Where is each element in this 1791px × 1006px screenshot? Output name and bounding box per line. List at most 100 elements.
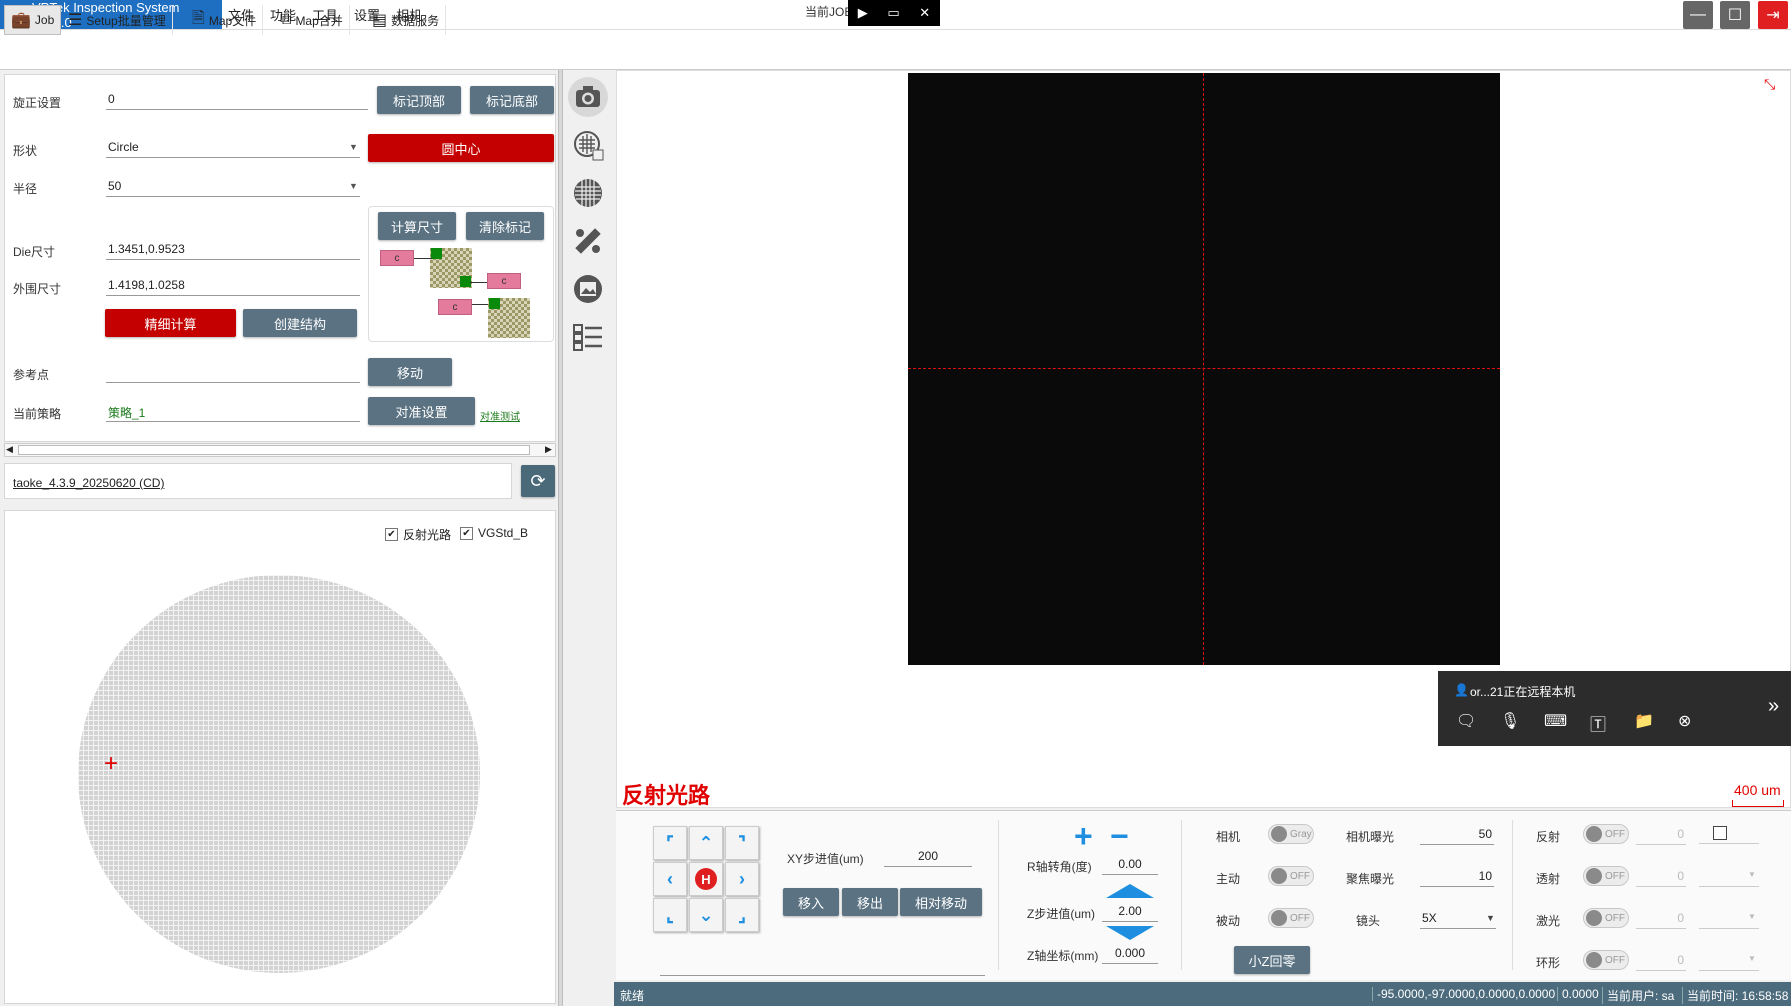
wafer-map[interactable]: [78, 575, 480, 973]
rotation-input[interactable]: 0: [106, 88, 368, 110]
disconnect-icon[interactable]: ⊗: [1678, 711, 1691, 731]
outer-size-label: 外围尺寸: [13, 282, 62, 296]
z-down-arrow-icon[interactable]: [1106, 926, 1154, 940]
microphone-icon[interactable]: 🎙: [1500, 711, 1520, 731]
toolbar-map-file[interactable]: 🗎 Map文件: [186, 5, 264, 35]
move-in-button[interactable]: 移入: [783, 888, 839, 916]
die-size-input[interactable]: 1.3451,0.9523: [106, 238, 360, 260]
close-remote-icon[interactable]: ✕: [919, 5, 930, 21]
ring-light-toggle[interactable]: OFF: [1583, 950, 1629, 970]
minimize-button[interactable]: —: [1683, 1, 1713, 29]
laser-light-value[interactable]: 0: [1636, 907, 1686, 929]
wafer-list-icon[interactable]: [568, 125, 608, 165]
calc-size-button[interactable]: 计算尺寸: [378, 212, 456, 240]
toggle-text: OFF: [1605, 954, 1625, 966]
scroll-left-icon[interactable]: ◀: [6, 444, 13, 455]
file-transfer-icon[interactable]: 📁: [1634, 711, 1654, 731]
chat-icon[interactable]: 🗨: [1456, 711, 1476, 731]
jog-up-button[interactable]: ⌃: [689, 826, 723, 860]
fine-calc-button[interactable]: 精细计算: [105, 309, 236, 337]
create-structure-button[interactable]: 创建结构: [243, 309, 357, 337]
align-setup-button[interactable]: 对准设置: [368, 397, 475, 425]
reflect-light-value[interactable]: 0: [1636, 823, 1686, 845]
mark-top-button[interactable]: 标记顶部: [377, 86, 461, 114]
transmit-light-value[interactable]: 0: [1636, 865, 1686, 887]
image-frame-icon[interactable]: [568, 269, 608, 309]
toolbar-map-merge[interactable]: ⧉ Map合并: [274, 5, 350, 35]
toggle-knob: [1586, 868, 1602, 884]
camera-toggle[interactable]: Gray: [1268, 824, 1314, 844]
text-icon[interactable]: 🅃: [1590, 711, 1606, 735]
camera-icon[interactable]: [568, 77, 608, 117]
exposure-input[interactable]: 50: [1420, 823, 1494, 845]
jog-right-button[interactable]: ›: [725, 862, 759, 896]
small-z-zero-button[interactable]: 小Z回零: [1234, 946, 1310, 974]
jog-down-right-button[interactable]: ⌟: [725, 898, 759, 932]
merge-icon: ⧉: [280, 11, 292, 28]
panel-splitter[interactable]: [558, 70, 563, 1006]
toolbar-data-service[interactable]: ▤ 数据服务: [366, 5, 447, 35]
r-minus-icon[interactable]: −: [1110, 818, 1129, 855]
play-icon[interactable]: ▶: [858, 5, 868, 21]
shape-select[interactable]: Circle: [106, 136, 360, 158]
vgstd-checkbox[interactable]: ✔ VGStd_B: [460, 526, 528, 540]
toolbar-setup[interactable]: ☰ Setup批量管理: [62, 5, 173, 35]
measure-tools-icon[interactable]: [568, 221, 608, 261]
camera-live-image[interactable]: [908, 73, 1500, 665]
laser-select[interactable]: [1699, 928, 1759, 929]
focus-exposure-input[interactable]: 10: [1420, 865, 1494, 887]
toolbar-job[interactable]: 💼 Job: [4, 5, 62, 35]
z-up-arrow-icon[interactable]: [1106, 884, 1154, 898]
passive-toggle[interactable]: OFF: [1268, 908, 1314, 928]
relative-move-button[interactable]: 相对移动: [900, 888, 982, 916]
jog-up-left-button[interactable]: ⌜: [653, 826, 687, 860]
toolbar-setup-label: Setup批量管理: [86, 13, 166, 28]
clear-mark-button[interactable]: 清除标记: [466, 212, 544, 240]
z-step-input[interactable]: 2.00: [1102, 900, 1158, 922]
reflect-light-toggle[interactable]: OFF: [1583, 824, 1629, 844]
transmit-light-toggle[interactable]: OFF: [1583, 866, 1629, 886]
active-toggle[interactable]: OFF: [1268, 866, 1314, 886]
mark-bottom-button[interactable]: 标记底部: [470, 86, 554, 114]
radius-select[interactable]: 50: [106, 175, 360, 197]
transmit-select[interactable]: [1699, 886, 1759, 887]
checklist-icon[interactable]: [568, 317, 608, 357]
reference-point-input[interactable]: [106, 361, 360, 383]
jog-up-right-button[interactable]: ⌝: [725, 826, 759, 860]
r-angle-input[interactable]: 0.00: [1102, 853, 1158, 875]
z-coord-input[interactable]: 0.000: [1102, 942, 1158, 964]
file-ref-link[interactable]: taoke_4.3.9_20250620 (CD): [13, 476, 164, 490]
align-test-link[interactable]: 对准测试: [480, 408, 520, 423]
remote-control-bar: ▶ ▭ ✕: [848, 0, 940, 26]
keyboard-icon[interactable]: ⌨: [1544, 711, 1567, 731]
exit-button[interactable]: ⇥: [1758, 1, 1788, 29]
screen-icon[interactable]: ▭: [887, 5, 899, 21]
xy-step-input[interactable]: 200: [884, 845, 972, 867]
maximize-button[interactable]: ☐: [1720, 1, 1750, 29]
ring-light-value[interactable]: 0: [1636, 949, 1686, 971]
move-out-button[interactable]: 移出: [842, 888, 898, 916]
move-button[interactable]: 移动: [368, 358, 452, 386]
jog-down-button[interactable]: ⌄: [689, 898, 723, 932]
outer-size-input[interactable]: 1.4198,1.0258: [106, 274, 360, 296]
r-plus-icon[interactable]: +: [1074, 818, 1093, 855]
reflect-checkbox[interactable]: [1713, 826, 1727, 840]
lens-select[interactable]: 5X: [1420, 907, 1496, 929]
grid-globe-icon[interactable]: [568, 173, 608, 213]
toggle-text: Gray: [1290, 828, 1312, 840]
laser-light-toggle[interactable]: OFF: [1583, 908, 1629, 928]
strategy-input[interactable]: 策略_1: [106, 400, 360, 422]
collapse-arrows-icon[interactable]: ⤡: [1764, 76, 1775, 93]
toggle-text: OFF: [1290, 870, 1310, 882]
refresh-settings-button[interactable]: ⟳: [521, 465, 555, 497]
jog-down-left-button[interactable]: ⌞: [653, 898, 687, 932]
ring-select[interactable]: [1699, 970, 1759, 971]
toolbar-map-file-label: Map文件: [208, 13, 257, 28]
reflect-path-checkbox[interactable]: ✔ 反射光路: [385, 526, 451, 543]
jog-home-button[interactable]: H: [689, 862, 723, 896]
scroll-right-icon[interactable]: ▶: [545, 444, 552, 455]
expand-banner-icon[interactable]: »: [1768, 695, 1779, 718]
jog-left-button[interactable]: ‹: [653, 862, 687, 896]
scrollbar-thumb[interactable]: [18, 445, 530, 455]
circle-center-button[interactable]: 圆中心: [368, 134, 554, 162]
